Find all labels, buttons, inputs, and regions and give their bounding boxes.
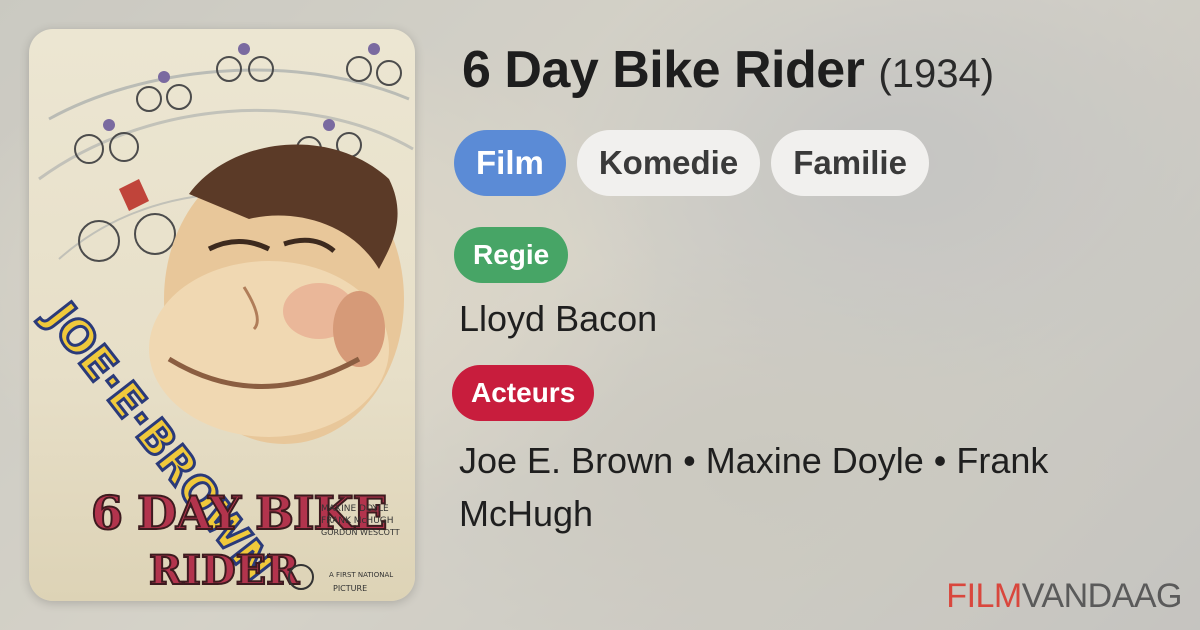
poster-cast-credit-3: GORDON WESCOTT bbox=[321, 528, 400, 537]
director-label: Regie bbox=[454, 227, 569, 283]
movie-poster: JOE·E·BROWN 6 DAY BIKE RIDER MAXINE DOYL… bbox=[29, 29, 415, 601]
cast-names: Joe E. Brown • Maxine Doyle • Frank McHu… bbox=[459, 440, 1049, 534]
movie-title: 6 Day Bike Rider bbox=[462, 41, 865, 99]
genre-chip-familie[interactable]: Familie bbox=[771, 130, 929, 196]
poster-studio-1: A FIRST NATIONAL bbox=[329, 571, 393, 579]
title-row: 6 Day Bike Rider (1934) bbox=[462, 40, 994, 100]
brand-logo: FILMVANDAAG bbox=[946, 577, 1182, 616]
poster-studio-2: PICTURE bbox=[333, 584, 367, 593]
movie-year: (1934) bbox=[878, 52, 995, 96]
poster-cast-credit-2: FRANK McHUGH bbox=[321, 516, 394, 526]
cast-label: Acteurs bbox=[452, 365, 595, 421]
genre-chip-komedie[interactable]: Komedie bbox=[576, 130, 761, 196]
tag-list: Film Komedie Familie bbox=[454, 130, 929, 196]
type-chip[interactable]: Film bbox=[454, 130, 566, 196]
brand-logo-part-film: FILM bbox=[946, 577, 1022, 615]
poster-cast-credit-1: MAXINE DOYLE bbox=[321, 504, 389, 514]
poster-headline-2: RIDER bbox=[149, 547, 300, 594]
brand-logo-part-vandaag: VANDAAG bbox=[1021, 577, 1183, 615]
director-name: Lloyd Bacon bbox=[459, 298, 658, 339]
